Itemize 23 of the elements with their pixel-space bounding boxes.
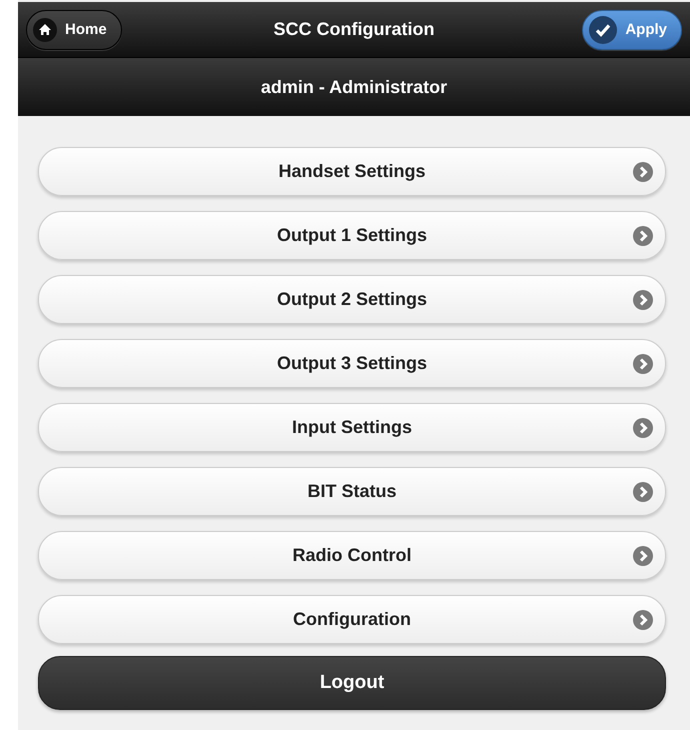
menu-item[interactable]: Output 1 Settings [38,211,666,260]
menu-item[interactable]: Output 3 Settings [38,339,666,388]
menu-item[interactable]: Input Settings [38,403,666,452]
menu-item[interactable]: Handset Settings [38,147,666,196]
chevron-icon [633,226,653,246]
user-label: admin - Administrator [260,76,448,98]
chevron-icon [633,354,653,374]
chevron-icon [633,610,653,630]
home-button[interactable]: Home [26,10,122,50]
menu-item[interactable]: Radio Control [38,531,666,580]
chevron-icon [633,162,653,182]
page-title: SCC Configuration [274,19,434,40]
chevron-icon [633,482,653,502]
home-icon [33,18,57,42]
menu-item[interactable]: Configuration [38,595,666,644]
chevron-icon [633,290,653,310]
check-icon [589,16,618,44]
chevron-icon [633,418,653,438]
apply-button[interactable]: Apply [582,10,682,50]
chevron-icon [633,546,653,566]
menu-item[interactable]: BIT Status [38,467,666,516]
logout-button[interactable]: Logout [38,656,666,710]
menu-item[interactable]: Output 2 Settings [38,275,666,324]
